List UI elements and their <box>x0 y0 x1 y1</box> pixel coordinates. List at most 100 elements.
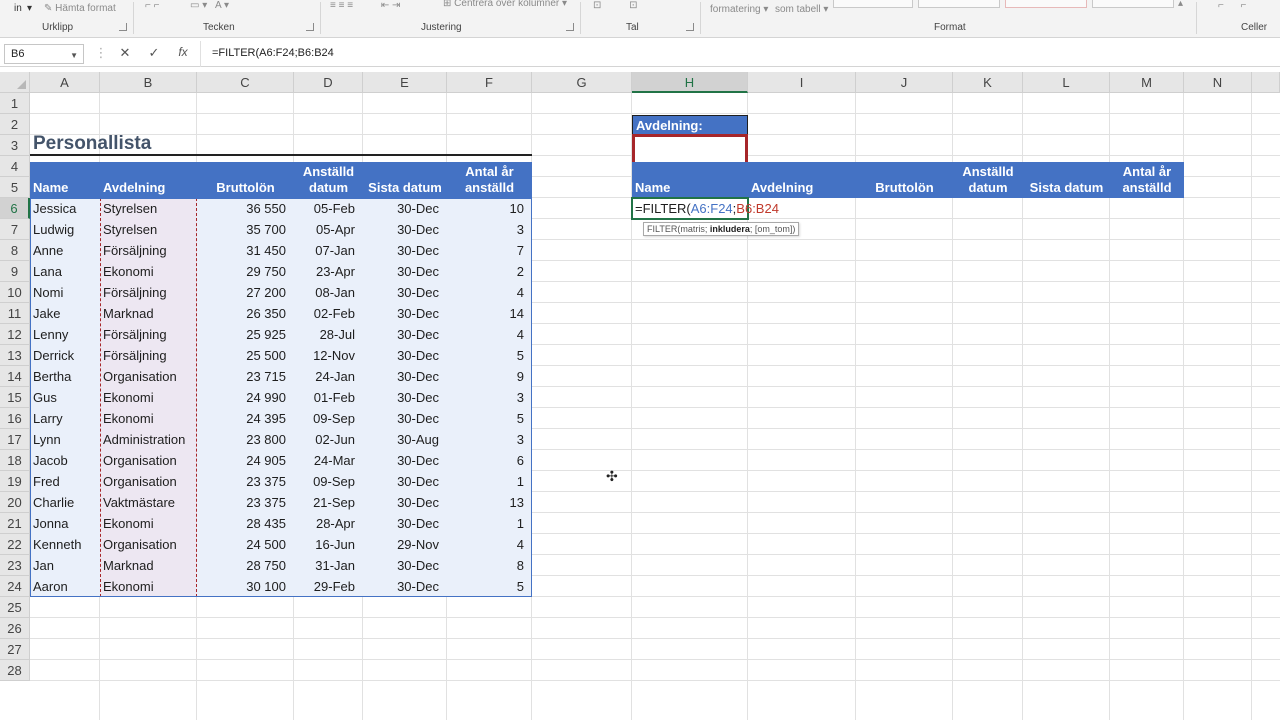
row-header-7[interactable]: 7 <box>0 219 30 240</box>
formula-input[interactable]: =FILTER(A6:F24;B6:B24 <box>212 47 334 59</box>
select-all-button[interactable] <box>0 72 30 93</box>
column-header-g[interactable]: G <box>532 72 632 93</box>
group-cells-label: Celler <box>1241 22 1268 33</box>
row-header-14[interactable]: 14 <box>0 366 30 387</box>
reference-range-outline <box>30 198 532 597</box>
column-header-e[interactable]: E <box>363 72 447 93</box>
check-icon[interactable]: ✓ <box>145 45 163 61</box>
result-table-header-years-2: anställd <box>1122 180 1172 195</box>
ribbon-separator <box>320 2 321 34</box>
row-header-24[interactable]: 24 <box>0 576 30 597</box>
conditional-format-button[interactable]: formatering ▾ <box>710 4 768 15</box>
column-header-h[interactable]: H <box>632 72 748 93</box>
left-table-header-dept: Avdelning <box>103 180 166 195</box>
center-across-button[interactable]: ⊞ Centrera över kolumner ▾ <box>443 0 567 9</box>
formula-bar-divider <box>200 41 201 67</box>
row-header-18[interactable]: 18 <box>0 450 30 471</box>
result-table-header-dept: Avdelning <box>751 180 814 195</box>
chevron-down-icon[interactable]: ▾ <box>27 3 32 14</box>
left-table-header-hired-2: datum <box>309 180 348 195</box>
insert-cells-icon[interactable]: ⌐ ⌐ <box>1218 0 1246 11</box>
number-format-icons[interactable]: ⊡ ⊡ <box>593 0 638 11</box>
group-clipboard-label: Urklipp <box>42 22 74 33</box>
row-header-19[interactable]: 19 <box>0 471 30 492</box>
close-icon[interactable]: ✕ <box>116 45 134 61</box>
ribbon-stub-label: in <box>14 3 22 14</box>
row-header-8[interactable]: 8 <box>0 240 30 261</box>
row-header-15[interactable]: 15 <box>0 387 30 408</box>
tooltip-arg-om-tom[interactable]: ; [om_tom]) <box>750 224 796 234</box>
font-tools-icon[interactable]: ⌐ ⌐ ▭ ▾ A ▾ <box>145 0 229 11</box>
column-header-d[interactable]: D <box>294 72 363 93</box>
formula-bar: B6 ▼ ⋮ ✕ ✓ fx =FILTER(A6:F24;B6:B24 <box>0 41 1280 67</box>
chevron-down-icon[interactable]: ▼ <box>70 47 78 65</box>
left-table-header-years-2: anställd <box>464 180 515 195</box>
row-header-26[interactable]: 26 <box>0 618 30 639</box>
column-header-f[interactable]: F <box>447 72 532 93</box>
row-header-17[interactable]: 17 <box>0 429 30 450</box>
styles-scroll-icon[interactable]: ▴ <box>1178 0 1183 9</box>
result-table-header-name: Name <box>635 180 671 195</box>
column-header-a[interactable]: A <box>30 72 100 93</box>
number-launcher-icon[interactable] <box>686 23 694 31</box>
row-header-13[interactable]: 13 <box>0 345 30 366</box>
column-header-c[interactable]: C <box>197 72 294 93</box>
cell-cursor-icon: ✣ <box>606 468 618 484</box>
column-header-b[interactable]: B <box>100 72 197 93</box>
row-header-23[interactable]: 23 <box>0 555 30 576</box>
sheet-title[interactable]: Personallista <box>33 133 151 155</box>
row-header-11[interactable]: 11 <box>0 303 30 324</box>
font-launcher-icon[interactable] <box>306 23 314 31</box>
cell-style-swatch[interactable] <box>1092 0 1174 8</box>
format-as-table-button[interactable]: som tabell ▾ <box>775 4 828 15</box>
row-header-6[interactable]: 6 <box>0 198 30 219</box>
column-header-i[interactable]: I <box>748 72 856 93</box>
row-header-20[interactable]: 20 <box>0 492 30 513</box>
ribbon: in ▾ ✎ Hämta format Urklipp ⌐ ⌐ ▭ ▾ A ▾ … <box>0 0 1280 38</box>
name-box-value: B6 <box>11 48 25 60</box>
tooltip-arg-inkludera[interactable]: inkludera <box>710 224 750 234</box>
alignment-launcher-icon[interactable] <box>566 23 574 31</box>
column-header-j[interactable]: J <box>856 72 953 93</box>
function-tooltip[interactable]: FILTER(matris; inkludera; [om_tom]) <box>643 222 800 236</box>
format-painter-button[interactable]: ✎ Hämta format <box>44 3 116 14</box>
row-header-1[interactable]: 1 <box>0 93 30 114</box>
row-header-4[interactable]: 4 <box>0 156 30 177</box>
conditional-format-label: formatering <box>710 4 761 15</box>
tooltip-function: FILTER( <box>647 224 681 234</box>
brush-icon: ✎ <box>44 3 56 14</box>
row-header-5[interactable]: 5 <box>0 177 30 198</box>
row-header-22[interactable]: 22 <box>0 534 30 555</box>
row-header-21[interactable]: 21 <box>0 513 30 534</box>
group-alignment-label: Justering <box>421 22 462 33</box>
row-header-2[interactable]: 2 <box>0 114 30 135</box>
row-header-9[interactable]: 9 <box>0 261 30 282</box>
ribbon-separator <box>700 2 701 34</box>
cell-style-swatch[interactable] <box>918 0 1000 8</box>
column-header-m[interactable]: M <box>1110 72 1184 93</box>
active-cell-formula[interactable]: =FILTER(A6:F24;B6:B24 <box>635 198 779 219</box>
group-number-label: Tal <box>626 22 639 33</box>
insert-function-icon[interactable]: fx <box>174 45 192 59</box>
column-header-l[interactable]: L <box>1023 72 1110 93</box>
row-header-12[interactable]: 12 <box>0 324 30 345</box>
clipboard-launcher-icon[interactable] <box>119 23 127 31</box>
row-header-27[interactable]: 27 <box>0 639 30 660</box>
merge-icon: ⊞ <box>443 0 455 9</box>
row-header-16[interactable]: 16 <box>0 408 30 429</box>
tooltip-arg-matris[interactable]: matris; <box>680 224 710 234</box>
column-header-n[interactable]: N <box>1184 72 1252 93</box>
row-header-28[interactable]: 28 <box>0 660 30 681</box>
cell-style-swatch[interactable] <box>833 0 913 8</box>
row-header-3[interactable]: 3 <box>0 135 30 156</box>
drag-handle-icon[interactable]: ⋮ <box>92 45 110 61</box>
worksheet-grid[interactable]: ABCDEFGHIJKLMN 1 2 3 4 5 6 7 8 9 10 11 12 13 14 15 16 17… <box>0 72 1280 720</box>
left-table-header-salary: Bruttolön <box>216 180 275 195</box>
gridline-horizontal <box>30 113 1280 114</box>
row-header-10[interactable]: 10 <box>0 282 30 303</box>
name-box[interactable]: B6 ▼ <box>4 44 84 64</box>
cell-style-swatch[interactable] <box>1005 0 1087 8</box>
column-header-k[interactable]: K <box>953 72 1023 93</box>
row-header-25[interactable]: 25 <box>0 597 30 618</box>
align-icons[interactable]: ≡ ≡ ≡ ⇤ ⇥ <box>330 0 400 11</box>
